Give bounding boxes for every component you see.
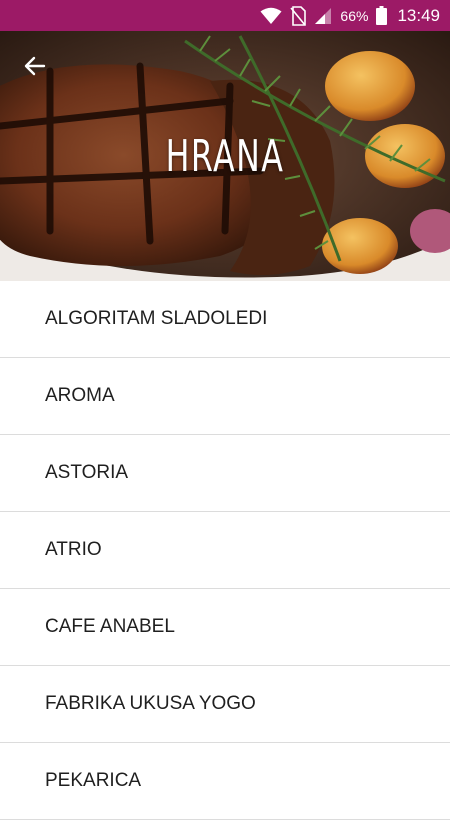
header-image: HRANA <box>0 31 450 281</box>
list-item[interactable]: AROMA <box>0 358 450 435</box>
battery-icon <box>376 6 388 25</box>
list-item[interactable]: ALGORITAM SLADOLEDI <box>0 281 450 358</box>
clock: 13:49 <box>397 5 440 25</box>
page-title: HRANA <box>165 131 285 182</box>
no-sim-icon <box>290 5 307 26</box>
wifi-icon <box>260 7 282 24</box>
restaurant-list: ALGORITAM SLADOLEDI AROMA ASTORIA ATRIO … <box>0 281 450 820</box>
battery-percentage: 66% <box>340 7 369 24</box>
list-item[interactable]: ATRIO <box>0 512 450 589</box>
list-item[interactable]: ASTORIA <box>0 435 450 512</box>
signal-icon <box>315 7 332 24</box>
list-item[interactable]: CAFE ANABEL <box>0 589 450 666</box>
list-item[interactable]: PEKARICA <box>0 743 450 820</box>
list-item[interactable]: FABRIKA UKUSA YOGO <box>0 666 450 743</box>
arrow-back-icon <box>24 56 46 76</box>
status-bar: 66% 13:49 <box>0 0 450 31</box>
back-button[interactable] <box>18 49 52 83</box>
